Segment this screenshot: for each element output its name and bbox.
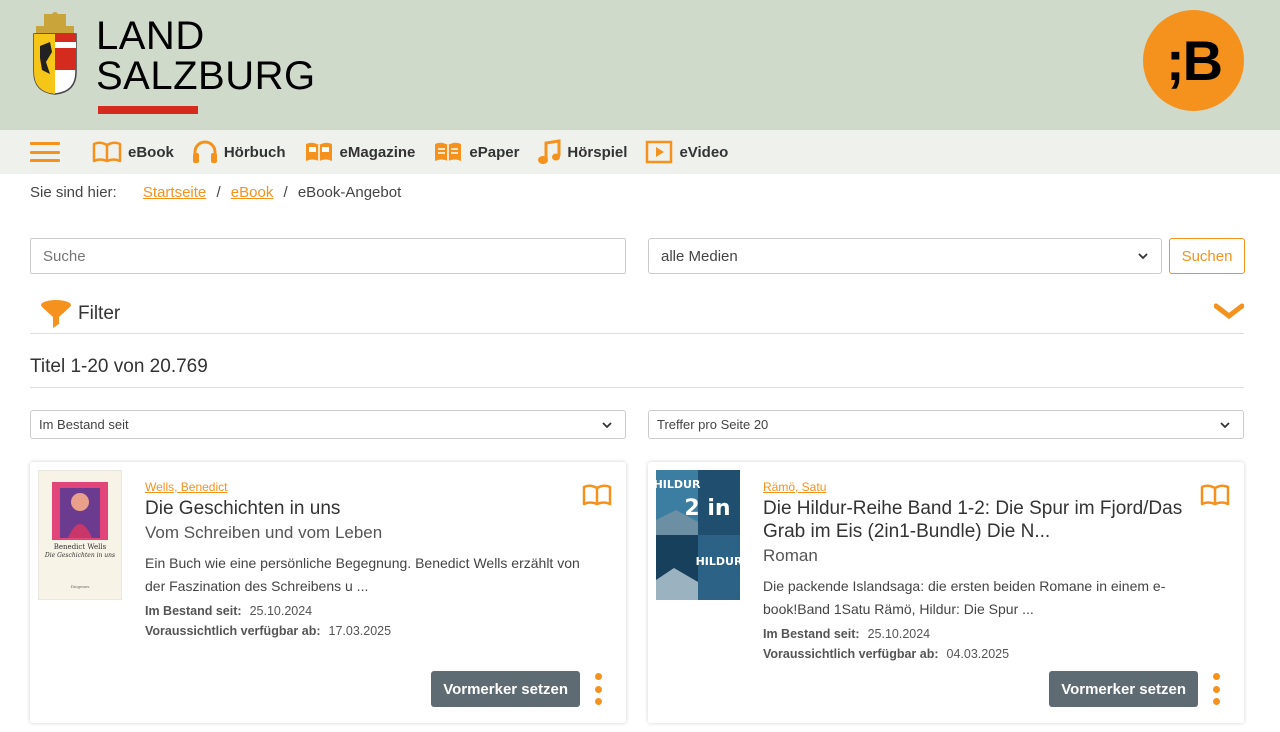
logo-line-salzburg: SALZBURG bbox=[96, 54, 316, 98]
media-type-select[interactable]: alle Medien bbox=[648, 238, 1162, 274]
chevron-down-icon[interactable] bbox=[1214, 302, 1244, 322]
breadcrumb-separator: / bbox=[216, 184, 221, 201]
nav-item-emagazine[interactable]: eMagazine bbox=[304, 141, 415, 163]
book-icon bbox=[1200, 484, 1230, 506]
breadcrumb-home-link[interactable]: Startseite bbox=[143, 184, 206, 201]
breadcrumb-current: eBook-Angebot bbox=[297, 184, 402, 201]
title-link[interactable]: Die Geschichten in uns bbox=[145, 497, 585, 520]
brand-text: ;B bbox=[1165, 29, 1223, 92]
per-page-select[interactable]: Treffer pro Seite 20 bbox=[648, 410, 1244, 439]
menu-icon[interactable] bbox=[30, 142, 60, 162]
description: Ein Buch wie eine persönliche Begegnung.… bbox=[145, 555, 580, 594]
in-stock-label: Im Bestand seit: bbox=[145, 604, 242, 618]
site-header: LAND SALZBURG ;B bbox=[0, 0, 1280, 130]
sort-select[interactable]: Im Bestand seit bbox=[30, 410, 626, 439]
available-date: 04.03.2025 bbox=[946, 647, 1010, 661]
nav-item-evideo[interactable]: eVideo bbox=[645, 140, 728, 164]
cover-title-second: HILDUR bbox=[696, 555, 740, 568]
available-date: 17.03.2025 bbox=[328, 624, 392, 638]
search-input[interactable] bbox=[30, 238, 626, 274]
cover-author: Benedict Wells bbox=[54, 543, 107, 551]
media-type-value: alle Medien bbox=[661, 247, 738, 265]
subtitle: Vom Schreiben und vom Leben bbox=[145, 523, 383, 542]
onleihe-brand-logo[interactable]: ;B bbox=[1143, 10, 1244, 111]
filter-funnel-icon bbox=[41, 299, 71, 328]
cover-badge: 2 in 1 bbox=[684, 496, 740, 521]
media-card: Benedict Wells Die Geschichten in uns Di… bbox=[30, 462, 626, 723]
more-options-icon[interactable] bbox=[594, 673, 602, 705]
music-note-icon bbox=[538, 139, 561, 164]
breadcrumb-separator: / bbox=[283, 184, 288, 201]
newspaper-icon bbox=[435, 142, 462, 161]
breadcrumb: Sie sind hier: Startseite / eBook / eBoo… bbox=[30, 184, 401, 201]
available-label: Voraussichtlich verfügbar ab: bbox=[763, 647, 939, 661]
breadcrumb-ebook-link[interactable]: eBook bbox=[231, 184, 274, 201]
logo-line-land: LAND bbox=[96, 14, 205, 58]
author-link[interactable]: Rämö, Satu bbox=[763, 480, 1203, 494]
nav-item-epaper[interactable]: ePaper bbox=[433, 141, 519, 163]
book-icon bbox=[92, 141, 122, 163]
chevron-down-icon bbox=[1220, 421, 1230, 428]
media-nav: eBook Hörbuch eMagazine ePaper Hörspiel … bbox=[0, 130, 1280, 174]
book-cover-image[interactable]: HILDUR 2 in 1 HILDUR bbox=[656, 470, 740, 600]
cover-title: Die Geschichten in uns bbox=[44, 552, 115, 559]
search-button[interactable]: Suchen bbox=[1169, 238, 1245, 274]
salzburg-crest-icon bbox=[33, 12, 77, 95]
chevron-down-icon bbox=[602, 421, 612, 428]
title-link[interactable]: Die Hildur-Reihe Band 1-2: Die Spur im F… bbox=[763, 497, 1203, 543]
search-bar: alle Medien Suchen bbox=[30, 238, 1245, 274]
book-icon bbox=[582, 484, 612, 506]
magazine-icon bbox=[305, 142, 332, 161]
in-stock-label: Im Bestand seit: bbox=[763, 627, 860, 641]
author-link[interactable]: Wells, Benedict bbox=[145, 480, 585, 494]
in-stock-date: 25.10.2024 bbox=[249, 604, 313, 618]
land-salzburg-logo[interactable]: LAND SALZBURG bbox=[30, 12, 316, 114]
chevron-down-icon bbox=[1138, 253, 1148, 260]
book-cover-image[interactable]: Benedict Wells Die Geschichten in uns Di… bbox=[38, 470, 122, 600]
media-card: HILDUR 2 in 1 HILDUR Rämö, Satu Die Hild… bbox=[648, 462, 1244, 723]
filter-panel-header[interactable]: Filter bbox=[30, 294, 1244, 334]
nav-item-hoerspiel[interactable]: Hörspiel bbox=[537, 139, 627, 165]
availability-info: Im Bestand seit: 25.10.2024 Voraussichtli… bbox=[145, 601, 585, 641]
nav-item-hoerbuch[interactable]: Hörbuch bbox=[192, 139, 286, 165]
in-stock-date: 25.10.2024 bbox=[867, 627, 931, 641]
headphones-icon bbox=[192, 140, 217, 163]
result-count: Titel 1-20 von 20.769 bbox=[30, 356, 1244, 388]
available-label: Voraussichtlich verfügbar ab: bbox=[145, 624, 321, 638]
description: Die packende Islandsaga: die ersten beid… bbox=[763, 578, 1166, 617]
nav-item-ebook[interactable]: eBook bbox=[92, 141, 174, 163]
breadcrumb-label: Sie sind hier: bbox=[30, 184, 117, 201]
cover-title: HILDUR bbox=[656, 478, 701, 491]
subtitle: Roman bbox=[763, 546, 818, 565]
per-page-value: Treffer pro Seite 20 bbox=[657, 417, 769, 432]
cover-publisher: Diogenes bbox=[71, 584, 90, 589]
more-options-icon[interactable] bbox=[1212, 673, 1220, 705]
video-icon bbox=[646, 140, 673, 164]
availability-info: Im Bestand seit: 25.10.2024 Voraussichtli… bbox=[763, 624, 1203, 664]
filter-label: Filter bbox=[78, 302, 121, 324]
reserve-button[interactable]: Vormerker setzen bbox=[1049, 671, 1198, 707]
logo-red-bar bbox=[98, 106, 198, 114]
sort-value: Im Bestand seit bbox=[39, 417, 129, 432]
reserve-button[interactable]: Vormerker setzen bbox=[431, 671, 580, 707]
